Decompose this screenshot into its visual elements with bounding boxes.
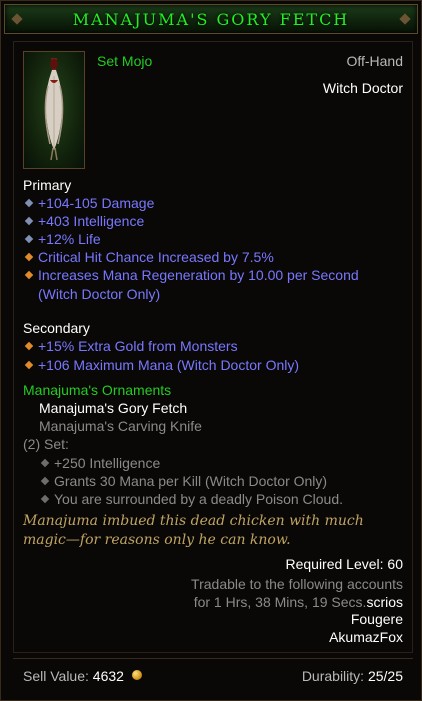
trade-line-1: Tradable to the following accounts <box>191 576 403 592</box>
required-level: Required Level: 60 <box>285 556 403 572</box>
dead-chicken-icon <box>44 58 64 161</box>
set-bonus-label: (2) Set: <box>23 436 69 452</box>
primary-label: Primary <box>23 177 72 193</box>
item-type: Set Mojo <box>97 53 153 69</box>
secondary-label: Secondary <box>23 320 90 336</box>
durability-label: Durability: <box>301 668 368 684</box>
item-tooltip: Manajuma's Gory Fetch Set Mojo Off-Hand … <box>0 0 422 701</box>
sell-value-label: Sell Value: <box>23 668 93 684</box>
set-item-owned: Manajuma's Gory Fetch <box>39 400 188 416</box>
sell-value: Sell Value: 4632 <box>23 668 124 684</box>
durability-value: 25/25 <box>367 668 403 684</box>
durability: Durability: 25/25 <box>302 668 403 684</box>
sell-value-amount: 4632 <box>92 668 124 684</box>
trade-info: Tradable to the following accounts for 1… <box>191 575 403 611</box>
trade-account: scrios <box>366 594 403 610</box>
flavor-text: Manajuma imbued this dead chicken with m… <box>23 513 364 548</box>
item-name: Manajuma's Gory Fetch <box>72 10 350 29</box>
item-slot: Off-Hand <box>346 53 403 69</box>
item-icon-frame <box>23 51 85 169</box>
set-name: Manajuma's Ornaments <box>23 382 172 398</box>
trade-line-2: for 1 Hrs, 38 Mins, 19 Secs. <box>193 594 367 610</box>
item-class-restriction: Witch Doctor <box>322 80 403 96</box>
trade-account: Fougere <box>350 611 403 627</box>
trade-account: AkumazFox <box>329 629 403 645</box>
gold-coin-icon <box>132 670 142 680</box>
item-title-bar: Manajuma's Gory Fetch <box>4 4 418 34</box>
set-item-missing: Manajuma's Carving Knife <box>39 418 202 434</box>
